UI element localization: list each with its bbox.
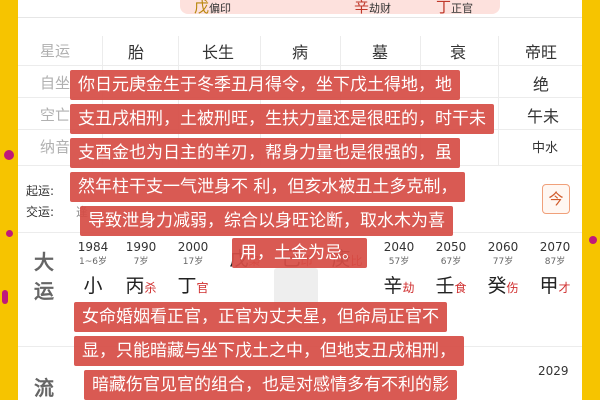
grid-cell: 胎 xyxy=(127,43,144,62)
jiaoyun-label: 交运: xyxy=(26,205,55,219)
grid-cell: 中水 xyxy=(531,141,558,156)
calendar-icon: 今 xyxy=(548,190,564,208)
calendar-button[interactable]: 今 xyxy=(542,184,570,214)
row-label: 星运 xyxy=(39,42,70,60)
ten-gods-row: 戊偏印 辛劫财 丁正官 xyxy=(18,0,582,18)
dayun-column[interactable]: 1984 1~6岁 小 xyxy=(70,240,116,298)
analysis-overlay-line: 支丑戌相刑，土被刑旺，生扶力量还是很旺的，时干未 xyxy=(70,104,494,134)
dayun-label: 大运 xyxy=(34,250,54,303)
dayun-column[interactable]: 2050 67岁 壬食 xyxy=(428,240,474,298)
grid-cell: 帝旺 xyxy=(524,43,557,62)
grid-cell: 墓 xyxy=(371,43,388,62)
dayun-column[interactable]: 2040 57岁 辛劫 xyxy=(376,240,422,298)
marriage-overlay-line: 女命婚姻看正官，正官为丈夫星，但命局正官不 xyxy=(74,302,447,332)
dayun-column[interactable]: 2070 87岁 甲才 xyxy=(532,240,578,298)
marriage-overlay-line: 暗藏伤官见官的组合，也是对感情多有不利的影 xyxy=(84,370,457,400)
decor-dot xyxy=(2,290,8,304)
decor-dot xyxy=(4,150,14,160)
grid-cell: 长生 xyxy=(201,43,234,62)
analysis-overlay-line: 用，土金为忌。 xyxy=(232,238,367,268)
liunian-year: 2029 xyxy=(538,364,569,378)
analysis-overlay-line: 然年柱干支一气泄身不 利，但亥水被丑土多克制， xyxy=(70,172,466,202)
qiyun-label: 起运: xyxy=(26,184,55,198)
analysis-overlay-line: 支酉金也为日主的羊刃，帮身力量也是很强的，虽 xyxy=(70,138,460,168)
grid-cell: 绝 xyxy=(532,75,549,94)
analysis-overlay-line: 你日元庚金生于冬季丑月得令，坐下戊土得地，地 xyxy=(70,70,460,100)
grid-row-xingyun: 星运 胎 长生 病 墓 衰 帝旺 xyxy=(18,36,582,66)
dayun-column[interactable]: 1990 7岁 丙杀 xyxy=(118,240,164,298)
analysis-overlay-line: 导致泄身力减弱，综合以身旺论断，取水木为喜 xyxy=(80,206,453,236)
app-screen: 戊偏印 辛劫财 丁正官 星运 胎 长生 病 墓 衰 帝旺 自坐 绝 空亡 午未 … xyxy=(18,0,582,400)
grid-cell: 病 xyxy=(291,43,308,62)
grid-cell: 衰 xyxy=(449,43,466,62)
stem-cell: 戊偏印 xyxy=(194,0,232,16)
liunian-label: 流 xyxy=(34,376,54,400)
dayun-column[interactable]: 2000 17岁 丁官 xyxy=(170,240,216,298)
decor-dot xyxy=(6,230,13,237)
dayun-column[interactable]: 2060 77岁 癸伤 xyxy=(480,240,526,298)
decor-dot xyxy=(589,236,597,244)
stem-cell: 丁正官 xyxy=(436,0,474,16)
marriage-overlay-line: 显，只能暗藏与坐下戊土之中，但地支丑戌相刑， xyxy=(74,336,464,366)
grid-cell: 午未 xyxy=(526,107,559,126)
stem-cell: 辛劫财 xyxy=(354,0,392,16)
